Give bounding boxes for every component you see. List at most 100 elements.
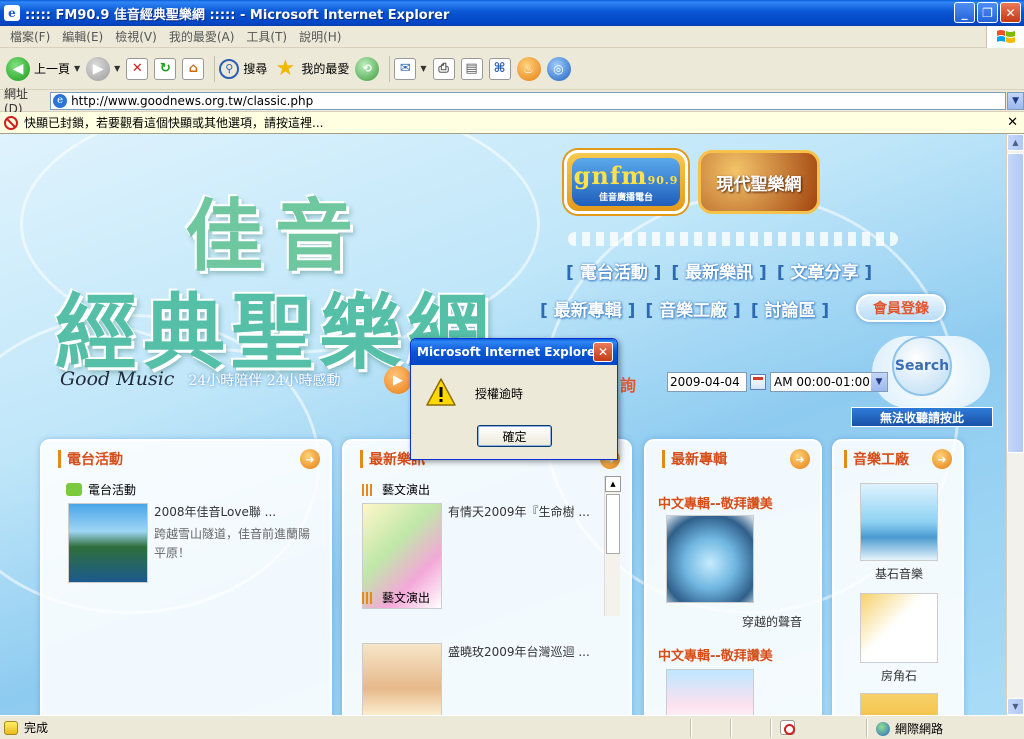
back-dropdown-icon[interactable]: ▼ xyxy=(74,64,80,73)
home-button[interactable]: ⌂ xyxy=(182,57,205,80)
popup-blocked-infobar[interactable]: 快顯已封鎖，若要觀看這個快顯或其他選項，請按這裡... ✕ xyxy=(0,112,1024,134)
edit-document-icon: ▤ xyxy=(460,57,483,80)
popup-blocker-icon[interactable] xyxy=(780,720,795,735)
network-icon: ⌘ xyxy=(488,57,511,80)
address-bar: 網址(D) e ▼ xyxy=(0,87,1024,116)
nav-article-share[interactable]: [ 文章分享 ] xyxy=(777,258,872,283)
infobar-close-icon[interactable]: ✕ xyxy=(1007,115,1018,130)
address-input[interactable] xyxy=(71,93,1002,108)
ok-button[interactable]: 確定 xyxy=(477,425,552,447)
label-name[interactable]: 房角石 xyxy=(860,667,938,684)
nav-latest-news[interactable]: [ 最新樂訊 ] xyxy=(671,258,766,283)
refresh-button[interactable]: ↻ xyxy=(154,57,177,80)
scroll-up-icon[interactable]: ▲ xyxy=(605,476,621,492)
album-title[interactable]: 穿越的聲音 xyxy=(742,613,802,630)
toolbar-separator xyxy=(389,55,391,82)
page-icon: e xyxy=(53,93,68,108)
menu-view[interactable]: 檢視(V) xyxy=(109,28,163,45)
play-icon[interactable]: ▶ xyxy=(384,366,412,394)
event-description: 跨越雪山隧道，佳音前進蘭陽平原！ xyxy=(154,527,311,560)
fm-logo-sub: 佳音廣播電台 xyxy=(598,193,653,203)
cannot-listen-button[interactable]: 無法收聽請按此 xyxy=(851,407,993,427)
search-button[interactable]: ⚲ 搜尋 xyxy=(219,58,267,79)
site-search-button[interactable]: Search xyxy=(892,336,952,396)
research-button[interactable]: ◎ xyxy=(546,56,571,81)
station-events-panel: 電台活動 ➜ 電台活動 2008年佳音Love聯 ... 跨越雪山隧道，佳音前進… xyxy=(40,439,332,715)
fm-station-logo[interactable]: gnfm90.9 佳音廣播電台 xyxy=(564,150,688,214)
nav-latest-albums[interactable]: [ 最新專輯 ] xyxy=(540,296,635,321)
window-titlebar: e ::::: FM90.9 佳音經典聖樂網 ::::: - Microsoft… xyxy=(0,0,1024,26)
status-separator xyxy=(730,719,732,737)
favorites-button[interactable]: ★ 我的最愛 xyxy=(273,56,349,81)
discuss-button[interactable]: ⌘ xyxy=(488,57,511,80)
modern-music-logo[interactable]: 現代聖樂網 xyxy=(698,150,820,214)
scroll-down-icon[interactable]: ▼ xyxy=(1007,698,1024,715)
label-logo[interactable] xyxy=(860,593,938,663)
close-button[interactable]: ✕ xyxy=(1000,2,1021,23)
more-arrow-icon[interactable]: ➜ xyxy=(932,449,952,469)
event-thumbnail[interactable] xyxy=(68,503,148,583)
time-slot-select[interactable]: AM 00:00-01:00 ▼ xyxy=(770,372,888,392)
research-icon: ◎ xyxy=(546,56,571,81)
menu-tools[interactable]: 工具(T) xyxy=(240,28,293,45)
page-done-icon xyxy=(4,720,18,735)
menu-help[interactable]: 說明(H) xyxy=(293,28,347,45)
calendar-icon[interactable] xyxy=(750,374,766,390)
scroll-thumb[interactable] xyxy=(1007,153,1024,453)
window-title: ::::: FM90.9 佳音經典聖樂網 ::::: - Microsoft I… xyxy=(25,7,450,23)
status-bar: 完成 網際網路 xyxy=(0,715,1024,739)
nav-station-events[interactable]: [ 電台活動 ] xyxy=(566,258,661,283)
more-arrow-icon[interactable]: ➜ xyxy=(790,449,810,469)
label-logo[interactable] xyxy=(860,483,938,561)
edit-button[interactable]: ▤ xyxy=(460,57,483,80)
schedule-query-label: 詢 xyxy=(620,376,637,395)
label-name[interactable]: 基石音樂 xyxy=(860,565,938,582)
page-scrollbar[interactable]: ▲ ▼ xyxy=(1006,134,1024,715)
event-title-link[interactable]: 2008年佳音Love聯 ... xyxy=(154,503,276,522)
address-field[interactable]: e xyxy=(50,91,1007,110)
dialog-close-icon[interactable]: ✕ xyxy=(593,342,613,362)
news-scrollbar[interactable]: ▲ xyxy=(604,476,621,616)
category-label: 藝文演出 xyxy=(382,591,431,605)
label-logo[interactable] xyxy=(860,693,938,715)
dialog-message: 授權逾時 xyxy=(475,387,524,401)
address-dropdown-icon[interactable]: ▼ xyxy=(1007,91,1024,110)
nav-forum[interactable]: [ 討論區 ] xyxy=(751,296,829,321)
news-title-link[interactable]: 盛曉玫2009年台灣巡迴 ... xyxy=(448,643,590,662)
warning-icon xyxy=(426,378,456,406)
messenger-button[interactable]: ♨ xyxy=(516,56,541,81)
time-slot-value: AM 00:00-01:00 xyxy=(774,375,870,389)
mail-dropdown-icon[interactable]: ▼ xyxy=(420,64,426,73)
stop-button[interactable]: ✕ xyxy=(126,57,149,80)
slogan-chinese: 24小時陪伴 24小時感動 xyxy=(188,373,341,389)
blocked-icon xyxy=(4,115,18,130)
history-button[interactable]: ⟲ xyxy=(355,56,380,81)
minimize-button[interactable]: _ xyxy=(954,2,975,23)
print-button[interactable]: ⎙ xyxy=(432,57,455,80)
mail-button[interactable]: ✉ ▼ xyxy=(394,57,427,80)
news-title-link[interactable]: 有情天2009年『生命樹 ... xyxy=(448,503,590,522)
back-button[interactable]: ◀ 上一頁 ▼ xyxy=(6,56,80,81)
menu-favorites[interactable]: 我的最愛(A) xyxy=(163,28,241,45)
windows-logo-icon xyxy=(986,26,1024,48)
album-cover[interactable] xyxy=(666,669,754,715)
status-separator xyxy=(770,719,772,737)
nav-music-factory[interactable]: [ 音樂工廠 ] xyxy=(645,296,740,321)
window-controls: _ ❐ ✕ xyxy=(954,2,1021,23)
scroll-up-icon[interactable]: ▲ xyxy=(1007,134,1024,151)
scroll-thumb[interactable] xyxy=(606,494,620,554)
menu-file[interactable]: 檔案(F) xyxy=(4,28,56,45)
member-login-button[interactable]: 會員登錄 xyxy=(856,294,946,322)
album-cover[interactable] xyxy=(666,515,754,603)
forward-button[interactable]: ▶ ▼ xyxy=(86,56,120,81)
maximize-button[interactable]: ❐ xyxy=(977,2,998,23)
menu-edit[interactable]: 編輯(E) xyxy=(56,28,109,45)
forward-dropdown-icon[interactable]: ▼ xyxy=(114,64,120,73)
panel-header: 電台活動 ➜ xyxy=(42,441,330,477)
more-arrow-icon[interactable]: ➜ xyxy=(300,449,320,469)
panel-header: 最新專輯 ➜ xyxy=(646,441,820,477)
history-icon: ⟲ xyxy=(355,56,380,81)
date-input[interactable] xyxy=(667,372,747,392)
category-heading: 電台活動 xyxy=(66,481,330,498)
news-thumbnail[interactable] xyxy=(362,643,442,715)
